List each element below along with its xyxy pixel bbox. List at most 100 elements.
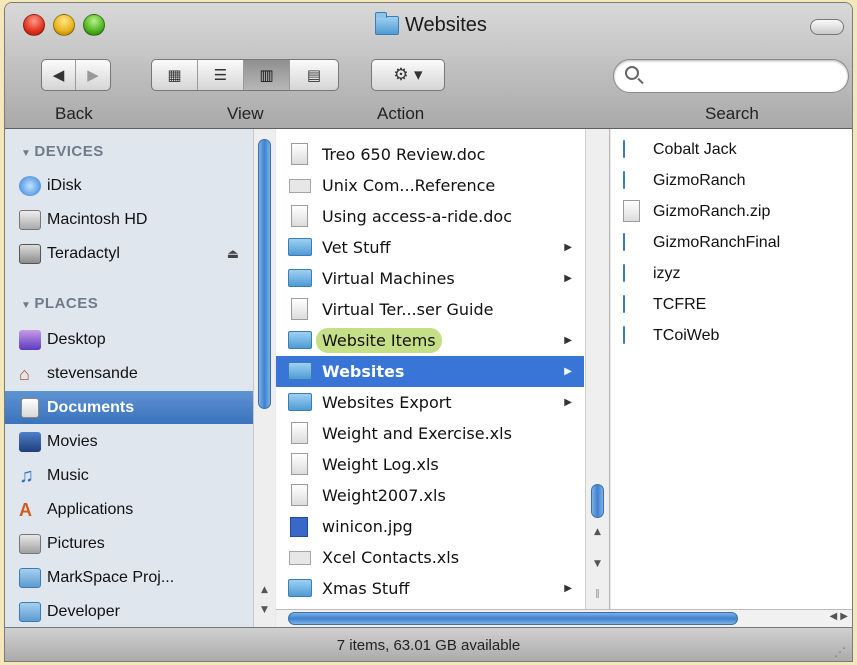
list-item[interactable]: izyz xyxy=(611,258,852,289)
document-icon xyxy=(291,143,308,165)
sidebar-item-idisk[interactable]: iDisk xyxy=(5,169,253,202)
home-icon: ⌂ xyxy=(19,363,30,384)
list-item[interactable]: TCoiWeb xyxy=(611,320,852,351)
sidebar-item-markspace[interactable]: MarkSpace Proj... xyxy=(5,561,253,594)
sidebar-item-documents[interactable]: Documents xyxy=(5,391,253,424)
list-item[interactable]: Xcel Contacts.xls xyxy=(276,542,584,573)
sidebar-item-movies[interactable]: Movies xyxy=(5,425,253,458)
sidebar-section-places[interactable]: ▼ PLACES xyxy=(21,295,98,312)
idisk-icon xyxy=(19,175,41,196)
folder-icon xyxy=(375,11,399,35)
chevron-right-icon: ▶ xyxy=(564,366,572,377)
sidebar-item-pictures[interactable]: Pictures xyxy=(5,527,253,560)
back-arrow-icon: ◀ xyxy=(52,66,65,84)
window-title: Websites xyxy=(375,11,487,38)
list-item[interactable]: Weight2007.xls xyxy=(276,480,584,511)
disclosure-triangle-icon: ▼ xyxy=(21,300,32,311)
icon-view-button[interactable]: ▦ xyxy=(152,60,198,90)
list-item[interactable]: Virtual Machines ▶ xyxy=(276,263,584,294)
forward-arrow-icon: ▶ xyxy=(87,66,99,84)
scroll-down-arrow[interactable]: ▼ xyxy=(591,557,604,571)
forward-button[interactable]: ▶ xyxy=(76,60,110,90)
close-button[interactable] xyxy=(23,14,45,36)
list-view-button[interactable]: ☰ xyxy=(198,60,244,90)
list-item[interactable]: GizmoRanch xyxy=(611,165,852,196)
back-button[interactable]: ◀ xyxy=(42,60,76,90)
gear-icon: ⚙ ▾ xyxy=(393,65,423,85)
list-item[interactable]: Unix Com...Reference xyxy=(276,170,584,201)
action-menu-button[interactable]: ⚙ ▾ xyxy=(371,59,445,91)
toolbar-toggle-button[interactable] xyxy=(810,19,844,35)
list-item[interactable]: TCFRE xyxy=(611,289,852,320)
folder-icon xyxy=(623,295,625,313)
desktop-icon xyxy=(19,329,41,350)
list-item[interactable]: Using access-a-ride.doc xyxy=(276,201,584,232)
document-icon xyxy=(291,422,308,444)
horizontal-scroll-thumb[interactable] xyxy=(288,612,738,625)
folder-icon xyxy=(623,264,625,282)
horizontal-scrollbar[interactable]: ◀ ▶ xyxy=(276,609,852,627)
column-view-button[interactable]: ▥ xyxy=(244,60,290,90)
chevron-right-icon: ▶ xyxy=(564,273,572,284)
list-item[interactable]: Website Items ▶ xyxy=(276,325,584,356)
sidebar-item-macintosh-hd[interactable]: Macintosh HD xyxy=(5,203,253,236)
column-resize-handle[interactable]: ‖ xyxy=(591,587,604,601)
sidebar-section-devices[interactable]: ▼ DEVICES xyxy=(21,143,104,160)
external-drive-icon xyxy=(19,243,41,264)
folder-icon xyxy=(19,601,41,622)
list-item[interactable]: Weight Log.xls xyxy=(276,449,584,480)
coverflow-view-button[interactable]: ▤ xyxy=(290,60,338,90)
sidebar-scrollbar[interactable]: ▲ ▼ xyxy=(253,129,275,627)
folder-icon xyxy=(288,393,312,411)
folder-icon xyxy=(288,579,312,597)
search-field[interactable] xyxy=(613,59,849,93)
list-item[interactable]: Websites Export ▶ xyxy=(276,387,584,418)
list-item[interactable]: winicon.jpg xyxy=(276,511,584,542)
list-item[interactable]: Weight and Exercise.xls xyxy=(276,418,584,449)
window-title-text: Websites xyxy=(405,13,487,36)
list-item[interactable]: GizmoRanch.zip xyxy=(611,196,852,227)
chevron-right-icon: ▶ xyxy=(564,583,572,594)
search-label: Search xyxy=(705,104,759,123)
chevron-right-icon: ▶ xyxy=(564,242,572,253)
minimize-button[interactable] xyxy=(53,14,75,36)
scroll-up-arrow[interactable]: ▲ xyxy=(258,583,271,597)
sidebar-item-teradactyl[interactable]: Teradactyl ⏏ xyxy=(5,237,253,270)
list-item-selected[interactable]: Websites ▶ xyxy=(276,356,584,387)
document-icon xyxy=(291,205,308,227)
zoom-button[interactable] xyxy=(83,14,105,36)
view-control: ▦ ☰ ▥ ▤ xyxy=(151,59,339,91)
resize-grip-icon[interactable]: ⋰ xyxy=(834,645,846,659)
documents-column-scrollbar[interactable]: ▲ ▼ ‖ xyxy=(585,129,609,609)
scroll-up-arrow[interactable]: ▲ xyxy=(591,525,604,539)
list-item[interactable]: Virtual Ter...ser Guide xyxy=(276,294,584,325)
list-item[interactable]: Cobalt Jack xyxy=(611,134,852,165)
list-item[interactable]: Xmas Stuff ▶ xyxy=(276,573,584,604)
list-icon: ☰ xyxy=(213,66,228,84)
folder-icon xyxy=(288,362,312,380)
sidebar-item-music[interactable]: ♫ Music xyxy=(5,459,253,492)
sidebar-item-applications[interactable]: A Applications xyxy=(5,493,253,526)
movies-icon xyxy=(19,431,41,452)
documents-scroll-thumb[interactable] xyxy=(591,484,604,518)
list-item[interactable]: Treo 650 Review.doc xyxy=(276,139,584,170)
list-item[interactable]: GizmoRanchFinal xyxy=(611,227,852,258)
columns-icon: ▥ xyxy=(259,66,274,84)
list-item[interactable]: Vet Stuff ▶ xyxy=(276,232,584,263)
document-icon xyxy=(289,179,311,193)
scroll-down-arrow[interactable]: ▼ xyxy=(258,603,271,617)
sidebar-item-desktop[interactable]: Desktop xyxy=(5,323,253,356)
action-label: Action xyxy=(377,104,425,123)
eject-icon[interactable]: ⏏ xyxy=(227,246,239,262)
back-label: Back xyxy=(55,104,93,123)
back-forward-control: ◀ ▶ xyxy=(41,59,111,91)
folder-icon xyxy=(288,269,312,287)
scroll-left-right-arrows[interactable]: ◀ ▶ xyxy=(829,611,848,622)
finder-window: Websites ◀ ▶ Back ▦ ☰ ▥ ▤ View ⚙ ▾ Actio… xyxy=(4,2,853,662)
sidebar-item-developer[interactable]: Developer xyxy=(5,595,253,628)
folder-icon xyxy=(623,233,625,251)
sidebar-item-stevensande[interactable]: ⌂ stevensande xyxy=(5,357,253,390)
websites-column: Cobalt Jack GizmoRanch GizmoRanch.zip Gi… xyxy=(611,129,852,609)
sidebar-scroll-thumb[interactable] xyxy=(258,139,271,409)
search-input[interactable] xyxy=(646,65,836,87)
